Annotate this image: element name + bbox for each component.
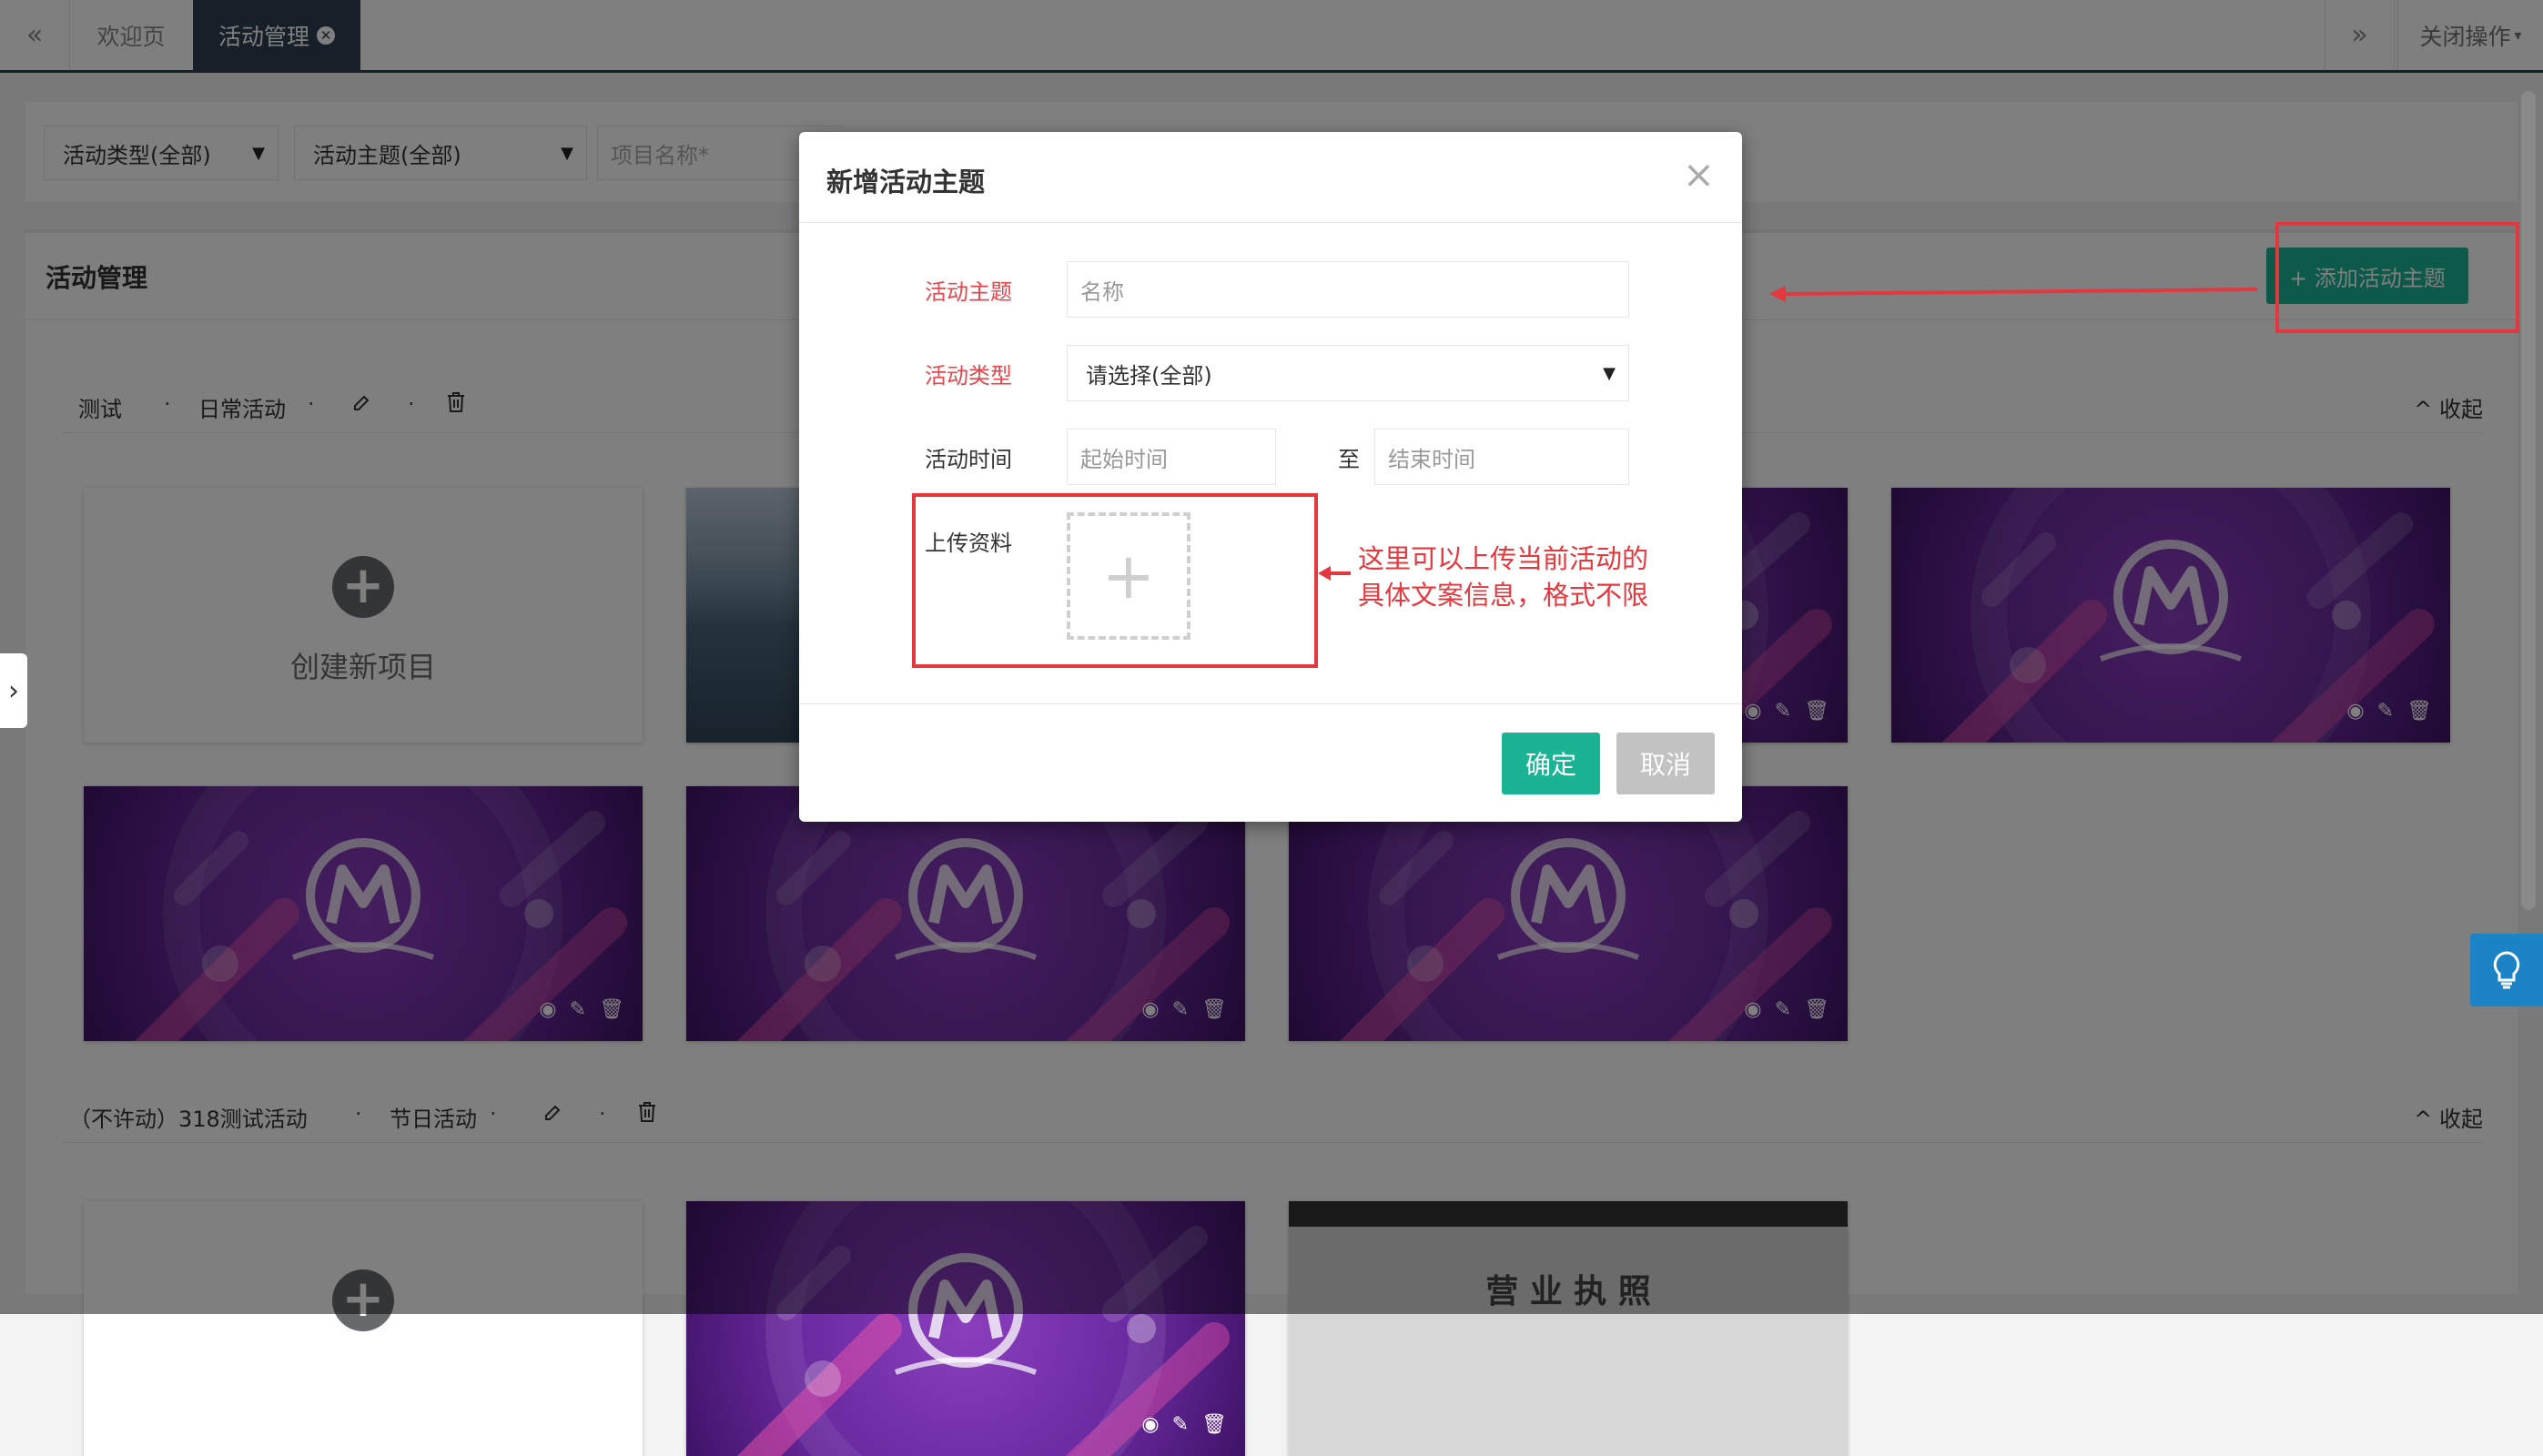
edit-icon[interactable]: ✎ — [1172, 1413, 1189, 1436]
trash-icon[interactable]: 🗑 — [1201, 1413, 1227, 1436]
annotation-line: 具体文案信息，格式不限 — [1358, 580, 1649, 611]
arrow-line — [1781, 288, 2258, 296]
annotation-arrows — [1318, 286, 2258, 581]
arrow-head — [1318, 566, 1331, 581]
eye-icon[interactable]: ◉ — [1141, 1413, 1159, 1436]
arrow-head — [1769, 286, 1786, 302]
card-actions: ◉ ✎ 🗑 — [1141, 1413, 1227, 1436]
annotation-line: 这里可以上传当前活动的 — [1358, 543, 1649, 574]
annotation-note: 这里可以上传当前活动的 具体文案信息，格式不限 — [1358, 541, 1648, 613]
